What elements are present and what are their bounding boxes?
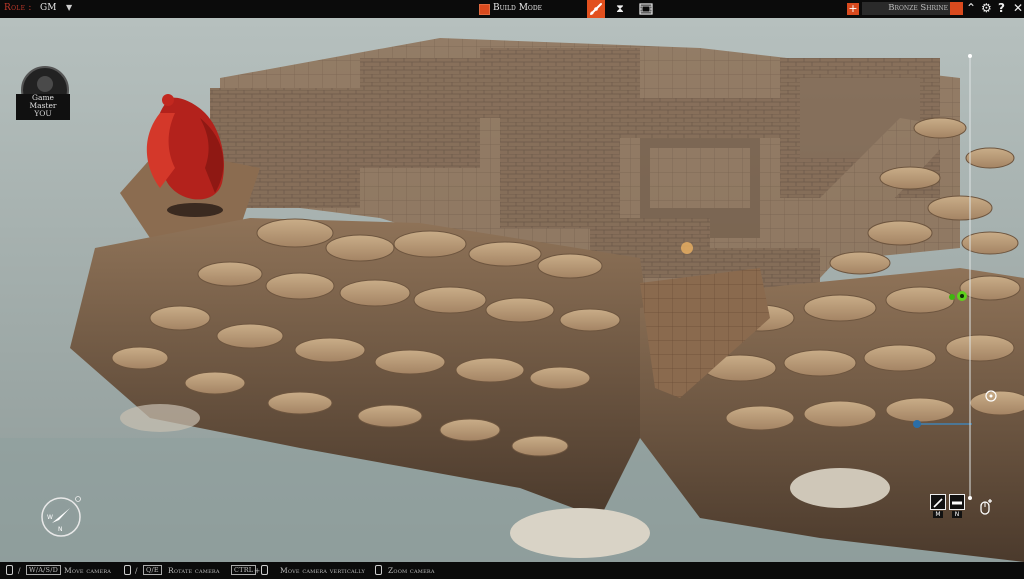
chevron-up-icon[interactable]: ⌃	[966, 1, 976, 15]
controls-hint-bar: / W/A/S/D Move camera / Q/E Rotate camer…	[0, 562, 1024, 579]
top-toolbar: Role : GM ▼ Build Mode ⧗ + Bronze Shrine…	[0, 0, 1024, 18]
build-mode-label: Build Mode	[493, 3, 543, 13]
mouse-scroll-icon	[375, 565, 382, 575]
avatar-nameplate: Game Master YOU	[16, 94, 70, 120]
line-tool-hotkey: M	[933, 511, 943, 518]
brush-tool-icon[interactable]	[587, 0, 605, 18]
mouse-icon	[6, 565, 13, 575]
location-name[interactable]: Bronze Shrine	[862, 2, 950, 15]
hint-move-camera: Move camera	[64, 566, 112, 575]
hint-key-wasd: W/A/S/D	[26, 565, 62, 575]
hint-separator: /	[135, 566, 138, 575]
role-dropdown[interactable]: GM	[40, 3, 56, 13]
wall-tool-hotkey: N	[952, 511, 962, 518]
game-viewport[interactable]: W N	[0, 18, 1024, 562]
location-color-swatch[interactable]	[950, 2, 963, 15]
hint-zoom-camera: Zoom camera	[388, 566, 435, 575]
hint-key-qe: Q/E	[143, 565, 162, 575]
film-icon[interactable]	[637, 0, 655, 18]
hint-rotate-camera: Rotate camera	[168, 566, 220, 575]
chevron-down-icon[interactable]: ▼	[66, 3, 72, 12]
wall-tool-button[interactable]	[949, 494, 965, 510]
hourglass-icon[interactable]: ⧗	[611, 0, 629, 18]
svg-text:W: W	[47, 514, 53, 521]
role-label: Role :	[4, 3, 32, 13]
mouse-icon	[261, 565, 268, 575]
hint-separator: /	[18, 566, 21, 575]
player-avatar[interactable]: Game Master YOU	[16, 66, 70, 120]
measure-handle[interactable]	[913, 420, 921, 428]
mouse-icon	[124, 565, 131, 575]
help-icon[interactable]: ?	[998, 1, 1005, 15]
build-mode-checkbox[interactable]	[479, 4, 490, 15]
mouse-plus-icon[interactable]	[978, 498, 994, 515]
avatar-player-name: YOU	[34, 109, 52, 118]
svg-text:N: N	[58, 526, 63, 533]
line-tool-button[interactable]	[930, 494, 946, 510]
add-location-button[interactable]: +	[847, 3, 859, 15]
close-icon[interactable]: ✕	[1013, 1, 1023, 15]
gear-icon[interactable]: ⚙	[981, 1, 992, 15]
hint-move-camera-vertically: Move camera vertically	[280, 566, 366, 575]
hint-key-ctrl: CTRL	[231, 565, 257, 575]
hint-plus: +	[254, 566, 261, 575]
